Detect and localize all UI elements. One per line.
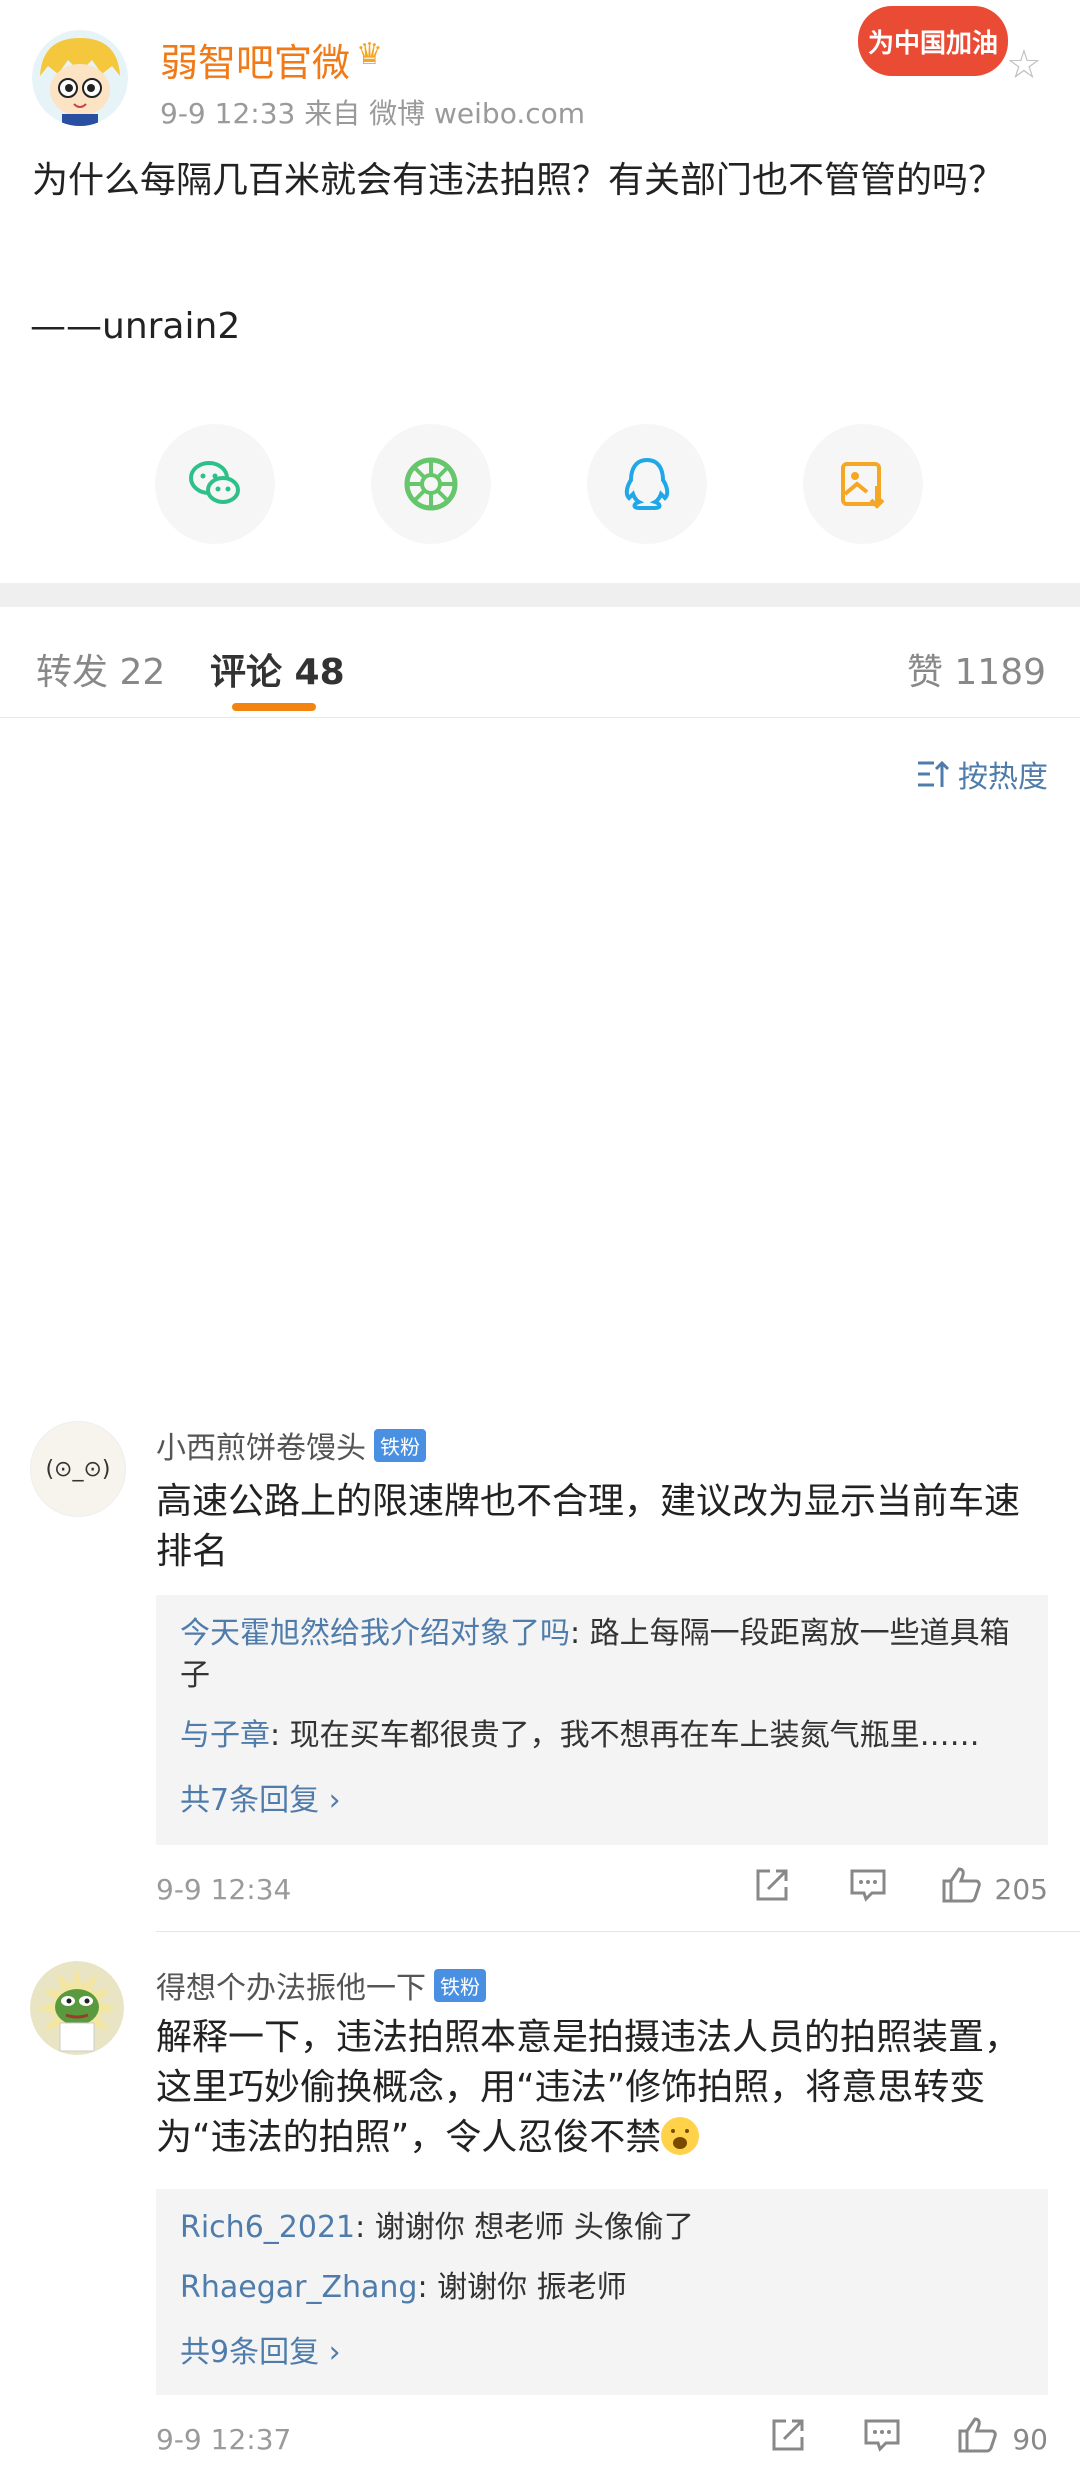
reply-item[interactable]: 今天霍旭然给我介绍对象了吗: 路上每隔一段距离放一些道具箱子 (180, 1613, 1028, 1697)
comment-text-body: 解释一下，违法拍照本意是拍摄违法人员的拍照装置，这里巧妙偷换概念，用“违法”修饰… (156, 2017, 1021, 2158)
comment-icon[interactable] (862, 2415, 902, 2455)
forward-icon[interactable] (768, 2415, 808, 2455)
forward-icon[interactable] (752, 1865, 792, 1905)
qq-icon (624, 457, 670, 510)
sort-label: 按热度 (958, 760, 1048, 795)
more-replies-link[interactable]: 共9条回复 › (180, 2327, 341, 2371)
shy-emoji-icon (661, 2117, 700, 2155)
tab-indicator (232, 703, 316, 711)
vip-crown-icon: ♛ (356, 37, 383, 72)
comment-user[interactable]: 小西煎饼卷馒头 铁粉 (156, 1423, 426, 1467)
reply-item[interactable]: Rich6_2021: 谢谢你 想老师 头像偷了 (180, 2207, 1028, 2249)
tab-bar: 转发 22 评论 48 赞 1189 (0, 607, 1080, 718)
share-qq-button[interactable] (587, 424, 707, 544)
fan-badge: 铁粉 (434, 1969, 486, 2002)
sort-icon (918, 760, 950, 787)
comment-time: 9-9 12:34 (156, 1873, 292, 1906)
post-signature: ——unrain2 (30, 306, 241, 347)
star-icon[interactable]: ☆ (1006, 42, 1042, 88)
sort-button[interactable]: 按热度 (916, 752, 1048, 796)
moments-icon (404, 457, 458, 511)
promo-badge[interactable]: 为中国加油 (858, 6, 1008, 76)
share-moments-button[interactable] (371, 424, 491, 544)
tab-comments[interactable]: 评论 48 (210, 643, 345, 695)
save-image-button[interactable] (803, 424, 923, 544)
reply-user[interactable]: 今天霍旭然给我介绍对象了吗 (180, 1616, 570, 1651)
author-name[interactable]: 弱智吧官微 (160, 32, 350, 87)
reply-text: : 现在买车都很贵了，我不想再在车上装氮气瓶里…… (270, 1718, 980, 1753)
like-icon[interactable] (940, 1865, 982, 1905)
avatar-emoticon: (⊙_⊙) (45, 1456, 111, 1482)
reply-item[interactable]: Rhaegar_Zhang: 谢谢你 振老师 (180, 2267, 1028, 2309)
comment-user-name: 小西煎饼卷馒头 (156, 1431, 366, 1466)
comment-time: 9-9 12:37 (156, 2423, 292, 2456)
more-replies-link[interactable]: 共7条回复 › (180, 1775, 341, 1819)
reply-user[interactable]: Rich6_2021 (180, 2210, 355, 2245)
save-image-icon (841, 462, 885, 509)
reply-item[interactable]: 与子章: 现在买车都很贵了，我不想再在车上装氮气瓶里…… (180, 1715, 1028, 1757)
fan-badge: 铁粉 (374, 1429, 426, 1462)
share-row (155, 424, 925, 544)
like-count: 90 (1012, 2423, 1048, 2456)
comment-footer: 9-9 12:37 90 (156, 2415, 1048, 2465)
reply-box[interactable]: Rich6_2021: 谢谢你 想老师 头像偷了 Rhaegar_Zhang: … (156, 2189, 1048, 2395)
comment-avatar[interactable]: (⊙_⊙) (30, 1421, 126, 1517)
reply-user[interactable]: Rhaegar_Zhang (180, 2270, 417, 2305)
comment-footer: 9-9 12:34 205 (156, 1865, 1048, 1915)
section-divider (0, 583, 1080, 607)
comment-user[interactable]: 得想个办法振他一下 铁粉 (156, 1963, 486, 2007)
post-meta: 9-9 12:33 来自 微博 weibo.com (160, 97, 586, 130)
comment-separator (156, 1931, 1080, 1932)
reply-text: : 谢谢你 想老师 头像偷了 (355, 2210, 694, 2245)
tab-repost[interactable]: 转发 22 (36, 643, 165, 695)
comment-user-name: 得想个办法振他一下 (156, 1971, 426, 2006)
author-avatar[interactable] (32, 30, 128, 126)
comment-text: 高速公路上的限速牌也不合理，建议改为显示当前车速排名 (156, 1481, 1021, 1572)
comment-icon[interactable] (848, 1865, 888, 1905)
reply-box[interactable]: 今天霍旭然给我介绍对象了吗: 路上每隔一段距离放一些道具箱子 与子章: 现在买车… (156, 1595, 1048, 1845)
comment-avatar[interactable] (30, 1961, 124, 2055)
like-count: 205 (994, 1873, 1048, 1906)
weibo-post: 弱智吧官微 ♛ 9-9 12:33 来自 微博 weibo.com 为中国加油 … (0, 0, 1080, 583)
like-icon[interactable] (956, 2415, 998, 2455)
comment-text: 解释一下，违法拍照本意是拍摄违法人员的拍照装置，这里巧妙偷换概念，用“违法”修饰… (156, 2013, 1036, 2163)
tab-likes[interactable]: 赞 1189 (907, 643, 1046, 695)
reply-text: : 谢谢你 振老师 (417, 2270, 627, 2305)
share-wechat-button[interactable] (155, 424, 275, 544)
post-text: 为什么每隔几百米就会有违法拍照？有关部门也不管管的吗？ (32, 160, 1005, 201)
wechat-icon (189, 461, 240, 504)
reply-user[interactable]: 与子章 (180, 1718, 270, 1753)
